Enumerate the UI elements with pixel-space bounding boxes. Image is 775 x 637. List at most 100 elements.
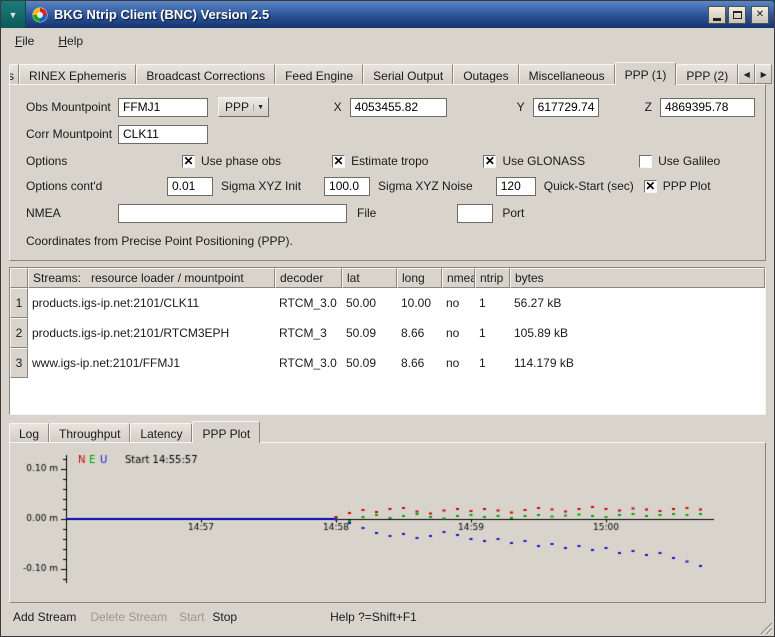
ppp-mode-value: PPP <box>219 100 253 114</box>
cell-decoder: RTCM_3.0 <box>275 288 342 318</box>
cell-bytes: 105.89 kB <box>510 318 765 348</box>
tab-latency[interactable]: Latency <box>130 423 192 442</box>
cell-decoder: RTCM_3.0 <box>275 348 342 378</box>
tab-ppp-1[interactable]: PPP (1) <box>615 62 677 85</box>
row-number: 3 <box>10 348 28 378</box>
cell-mountpoint: products.igs-ip.net:2101/RTCM3EPH <box>28 318 275 348</box>
menu-help[interactable]: Help <box>53 32 88 50</box>
add-stream-button[interactable]: Add Stream <box>13 610 76 624</box>
estimate-tropo-checkbox[interactable]: ✕ <box>332 155 345 168</box>
use-glonass-checkbox[interactable]: ✕ <box>483 155 496 168</box>
sigma-xyz-noise-input[interactable] <box>324 177 370 196</box>
tab-clipped[interactable]: s <box>9 64 19 84</box>
y-coordinate-input[interactable] <box>533 98 599 117</box>
cell-ntrip: 1 <box>475 288 510 318</box>
ppp1-panel: Obs Mountpoint PPP ▼ X Y Z Corr Mountpoi… <box>9 84 766 261</box>
cell-nmea: no <box>442 288 475 318</box>
bnc-app-icon <box>32 7 48 23</box>
corr-mountpoint-input[interactable] <box>118 125 208 144</box>
cell-ntrip: 1 <box>475 318 510 348</box>
options-contd-row: Options cont'd Sigma XYZ Init Sigma XYZ … <box>26 176 755 196</box>
cell-nmea: no <box>442 318 475 348</box>
options-row: Options ✕ Use phase obs ✕ Estimate tropo… <box>26 151 755 171</box>
tab-broadcast-corrections[interactable]: Broadcast Corrections <box>136 64 275 84</box>
cell-lat: 50.09 <box>342 318 397 348</box>
cell-bytes: 114.179 kB <box>510 348 765 378</box>
streams-table-header: Streams: resource loader / mountpoint de… <box>10 268 765 288</box>
options-contd-label: Options cont'd <box>26 179 118 193</box>
minimize-button[interactable] <box>708 6 726 24</box>
ppp-mode-select[interactable]: PPP ▼ <box>218 97 269 117</box>
corr-mountpoint-label: Corr Mountpoint <box>26 127 118 141</box>
x-coordinate-input[interactable] <box>350 98 447 117</box>
header-mountpoint: Streams: resource loader / mountpoint <box>28 268 275 288</box>
minimize-icon <box>713 18 721 21</box>
nmea-file-input[interactable] <box>118 204 347 223</box>
cell-lat: 50.09 <box>342 348 397 378</box>
estimate-tropo-label: Estimate tropo <box>351 154 428 168</box>
help-button[interactable]: Help ?=Shift+F1 <box>330 610 417 624</box>
cell-decoder: RTCM_3 <box>275 318 342 348</box>
tab-log[interactable]: Log <box>9 423 49 442</box>
quick-start-input[interactable] <box>496 177 536 196</box>
start-button[interactable]: Start <box>179 610 204 624</box>
maximize-icon <box>733 11 742 19</box>
header-lat: lat <box>342 268 397 288</box>
ppp-plot-checkbox[interactable]: ✕ <box>644 180 657 193</box>
chevron-down-icon: ▼ <box>253 104 268 111</box>
cell-long: 10.00 <box>397 288 442 318</box>
table-row-3[interactable]: 3 www.igs-ip.net:2101/FFMJ1 RTCM_3.0 50.… <box>10 348 765 378</box>
y-label: Y <box>517 100 525 114</box>
table-row-1[interactable]: 1 products.igs-ip.net:2101/CLK11 RTCM_3.… <box>10 288 765 318</box>
use-phase-obs-checkbox[interactable]: ✕ <box>182 155 195 168</box>
tab-throughput[interactable]: Throughput <box>49 423 130 442</box>
cell-mountpoint: www.igs-ip.net:2101/FFMJ1 <box>28 348 275 378</box>
sigma-xyz-init-label: Sigma XYZ Init <box>221 179 301 193</box>
stop-button[interactable]: Stop <box>212 610 237 624</box>
z-coordinate-input[interactable] <box>660 98 755 117</box>
tab-scroll-left-icon[interactable]: ◀ <box>738 64 755 84</box>
header-ntrip: ntrip <box>475 268 510 288</box>
tab-ppp-2[interactable]: PPP (2) <box>676 64 738 84</box>
close-button[interactable]: ✕ <box>751 6 769 24</box>
tab-miscellaneous[interactable]: Miscellaneous <box>519 64 615 84</box>
sigma-xyz-init-input[interactable] <box>167 177 213 196</box>
menu-file[interactable]: File <box>10 32 39 50</box>
close-icon: ✕ <box>756 10 764 20</box>
streams-table: Streams: resource loader / mountpoint de… <box>9 267 766 415</box>
cell-mountpoint: products.igs-ip.net:2101/CLK11 <box>28 288 275 318</box>
window-menu-button[interactable]: ▼ <box>1 1 26 28</box>
table-row-2[interactable]: 2 products.igs-ip.net:2101/RTCM3EPH RTCM… <box>10 318 765 348</box>
obs-mountpoint-input[interactable] <box>118 98 208 117</box>
corner-header-cell <box>10 268 28 288</box>
cell-long: 8.66 <box>397 348 442 378</box>
cell-nmea: no <box>442 348 475 378</box>
nmea-row: NMEA File Port <box>26 203 755 223</box>
nmea-port-input[interactable] <box>457 204 493 223</box>
panel-hint-text: Coordinates from Precise Point Positioni… <box>26 234 293 248</box>
use-phase-obs-label: Use phase obs <box>201 154 281 168</box>
z-label: Z <box>645 100 652 114</box>
tab-scroll-right-icon[interactable]: ▶ <box>755 64 772 84</box>
delete-stream-button[interactable]: Delete Stream <box>90 610 167 624</box>
tab-outages[interactable]: Outages <box>453 64 518 84</box>
use-galileo-label: Use Galileo <box>658 154 720 168</box>
hint-row: Coordinates from Precise Point Positioni… <box>26 231 755 251</box>
tab-ppp-plot[interactable]: PPP Plot <box>192 421 260 443</box>
options-label: Options <box>26 154 118 168</box>
window-menu-icon: ▼ <box>9 10 18 20</box>
menubar: File Help <box>2 29 773 53</box>
output-tabbar: Log Throughput Latency PPP Plot <box>9 420 260 442</box>
cell-ntrip: 1 <box>475 348 510 378</box>
maximize-button[interactable] <box>728 6 746 24</box>
header-long: long <box>397 268 442 288</box>
sigma-xyz-noise-label: Sigma XYZ Noise <box>378 179 473 193</box>
tab-feed-engine[interactable]: Feed Engine <box>275 64 363 84</box>
nmea-port-label: Port <box>502 206 524 220</box>
tab-rinex-ephemeris[interactable]: RINEX Ephemeris <box>19 64 136 84</box>
obs-mountpoint-label: Obs Mountpoint <box>26 100 118 114</box>
use-galileo-checkbox[interactable] <box>639 155 652 168</box>
tab-serial-output[interactable]: Serial Output <box>363 64 453 84</box>
ppp-plot-canvas <box>10 443 767 602</box>
cell-bytes: 56.27 kB <box>510 288 765 318</box>
